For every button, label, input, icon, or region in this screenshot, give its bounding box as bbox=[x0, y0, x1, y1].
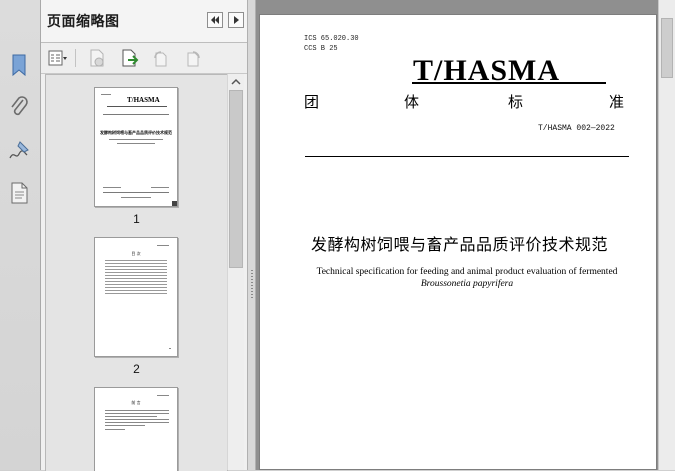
standard-char-2: 体 bbox=[404, 93, 420, 111]
thumb-title: 目 次 bbox=[131, 251, 141, 256]
signature-icon[interactable] bbox=[6, 138, 32, 164]
panel-header: 页面缩略图 bbox=[41, 0, 247, 43]
expand-panel-button[interactable] bbox=[228, 12, 244, 28]
splitter-grip[interactable] bbox=[251, 270, 253, 298]
thumbnails-scrollbar[interactable] bbox=[227, 74, 244, 470]
page-thumbnail-3[interactable]: 前 言 bbox=[94, 387, 178, 471]
thumbnails-panel: 页面缩略图 T/HASMA 发酵构树饲喂与畜产品品质评价技术规范 1 目 次 2… bbox=[41, 0, 247, 471]
scrollbar-thumb[interactable] bbox=[229, 90, 243, 268]
page-icon[interactable] bbox=[6, 180, 32, 206]
standard-number: T/HASMA 002—2022 bbox=[538, 124, 615, 133]
thumbnails-toolbar bbox=[41, 43, 247, 74]
panel-splitter[interactable] bbox=[247, 0, 256, 470]
navigation-strip bbox=[0, 0, 41, 470]
rotate-cw-icon[interactable] bbox=[183, 48, 203, 68]
extract-page-icon[interactable] bbox=[120, 48, 140, 68]
thumb-corner-marker bbox=[172, 201, 177, 206]
ics-code: ICS 65.020.30 CCS B 25 bbox=[304, 35, 359, 53]
scroll-up-arrow-icon[interactable] bbox=[228, 74, 244, 88]
document-scrollbar[interactable] bbox=[658, 0, 675, 470]
thumb-logo: T/HASMA bbox=[127, 96, 160, 104]
standard-char-3: 标 bbox=[508, 93, 524, 111]
thumb-title: 发酵构树饲喂与畜产品品质评价技术规范 bbox=[100, 130, 172, 135]
standard-char-1: 团 bbox=[304, 93, 320, 111]
thumb-title: 前 言 bbox=[131, 400, 141, 405]
paperclip-icon[interactable] bbox=[6, 94, 32, 120]
document-title-en: Technical specification for feeding and … bbox=[316, 267, 618, 289]
thumbnail-label-1: 1 bbox=[133, 212, 140, 226]
document-scrollbar-thumb[interactable] bbox=[661, 18, 673, 78]
page-thumbnail-1[interactable]: T/HASMA 发酵构树饲喂与畜产品品质评价技术规范 bbox=[94, 87, 178, 207]
thumbnail-list: T/HASMA 发酵构树饲喂与畜产品品质评价技术规范 1 目 次 2 前 言 bbox=[45, 74, 228, 471]
thumbnail-label-2: 2 bbox=[133, 362, 140, 376]
rotate-ccw-icon[interactable] bbox=[151, 48, 171, 68]
page-thumbnail-2[interactable]: 目 次 bbox=[94, 237, 178, 357]
collapse-panel-button[interactable] bbox=[207, 12, 223, 28]
document-title-zh: 发酵构树饲喂与畜产品品质评价技术规范 bbox=[311, 235, 609, 254]
delete-page-icon[interactable] bbox=[87, 48, 107, 68]
bookmark-icon[interactable] bbox=[6, 52, 32, 78]
panel-title: 页面缩略图 bbox=[47, 14, 120, 30]
standard-char-4: 准 bbox=[609, 93, 625, 111]
logo-underline bbox=[412, 82, 606, 84]
header-rule bbox=[305, 156, 629, 157]
options-menu-icon[interactable] bbox=[47, 48, 67, 68]
